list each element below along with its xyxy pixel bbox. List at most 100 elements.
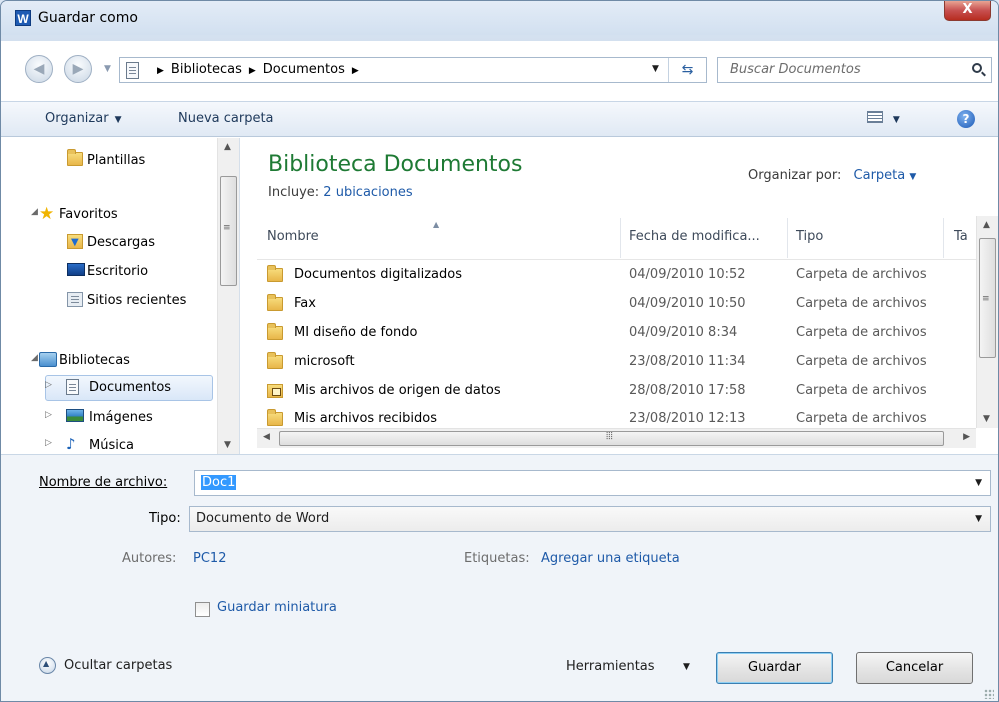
address-row: ◀ ▶ ▼ ▶ Bibliotecas ▶ Documentos ▶ ▼ ⇆ Busca… bbox=[1, 51, 998, 91]
chevron-down-icon[interactable]: ▼ bbox=[683, 662, 690, 672]
file-date: 23/08/2010 12:13 bbox=[629, 411, 746, 426]
cancel-button[interactable]: Cancelar bbox=[856, 652, 973, 684]
new-folder-button[interactable]: Nueva carpeta bbox=[178, 111, 274, 126]
navigation-pane: Plantillas ◢ ★ Favoritos Descargas Escri… bbox=[1, 138, 240, 454]
nav-item-label: Bibliotecas bbox=[59, 353, 130, 368]
folder-icon bbox=[67, 149, 83, 170]
file-row[interactable]: Documentos digitalizados 04/09/2010 10:5… bbox=[267, 262, 967, 291]
resize-grip-icon[interactable] bbox=[984, 689, 994, 699]
refresh-button[interactable]: ⇆ bbox=[668, 58, 706, 82]
file-type: Carpeta de archivos bbox=[796, 354, 927, 369]
hide-folders-button[interactable]: Ocultar carpetas bbox=[39, 657, 173, 674]
column-header-name[interactable]: Nombre bbox=[267, 229, 319, 244]
file-name: microsoft bbox=[294, 354, 355, 369]
library-includes: Incluye: 2 ubicaciones bbox=[268, 185, 413, 200]
file-date: 04/09/2010 8:34 bbox=[629, 325, 738, 340]
scroll-up-icon[interactable]: ▲ bbox=[983, 220, 990, 230]
breadcrumb-separator-icon[interactable]: ▶ bbox=[157, 66, 164, 76]
column-header-type[interactable]: Tipo bbox=[796, 229, 823, 244]
close-button[interactable]: X bbox=[944, 1, 991, 21]
nav-item-label: Favoritos bbox=[59, 207, 118, 222]
arrange-by-label: Organizar por: bbox=[748, 168, 842, 183]
nav-item-label: Plantillas bbox=[87, 153, 146, 168]
tags-input[interactable]: Agregar una etiqueta bbox=[541, 551, 680, 566]
horizontal-scrollbar-thumb[interactable]: ⦙⦙⦙ bbox=[279, 431, 944, 446]
save-thumbnail-label[interactable]: Guardar miniatura bbox=[217, 600, 337, 615]
scroll-up-icon[interactable]: ▲ bbox=[224, 142, 231, 152]
file-name: Mis archivos de origen de datos bbox=[294, 383, 501, 398]
column-header-date[interactable]: Fecha de modifica... bbox=[629, 229, 760, 244]
locations-link[interactable]: 2 ubicaciones bbox=[323, 185, 412, 200]
scroll-left-icon[interactable]: ◀ bbox=[263, 432, 270, 442]
tags-label: Etiquetas: bbox=[464, 551, 530, 566]
column-header-size[interactable]: Ta bbox=[954, 229, 968, 244]
file-row[interactable]: Mis archivos de origen de datos 28/08/20… bbox=[267, 378, 967, 407]
file-list-vertical-scrollbar[interactable]: ▲ ≡ ▼ bbox=[976, 216, 998, 428]
file-row[interactable]: Fax 04/09/2010 10:50 Carpeta de archivos bbox=[267, 291, 967, 320]
nav-item-label: Música bbox=[89, 438, 134, 453]
arrange-by: Organizar por: Carpeta ▼ bbox=[748, 168, 916, 183]
address-bar[interactable]: ▶ Bibliotecas ▶ Documentos ▶ ▼ ⇆ bbox=[119, 57, 707, 83]
expand-arrow-icon[interactable]: ▷ bbox=[45, 380, 52, 390]
search-input[interactable]: Buscar Documentos bbox=[717, 57, 992, 83]
file-row[interactable]: MI diseño de fondo 04/09/2010 8:34 Carpe… bbox=[267, 320, 967, 349]
breadcrumb-separator-icon[interactable]: ▶ bbox=[249, 66, 256, 76]
breadcrumb-documentos[interactable]: Documentos bbox=[263, 62, 345, 77]
back-button[interactable]: ◀ bbox=[25, 55, 53, 83]
search-icon[interactable] bbox=[972, 63, 982, 73]
scroll-grip-icon: ≡ bbox=[982, 294, 990, 304]
arrange-by-dropdown[interactable]: Carpeta ▼ bbox=[854, 168, 917, 183]
nav-item-label: Descargas bbox=[87, 235, 156, 250]
help-icon[interactable]: ? bbox=[957, 110, 975, 128]
expand-arrow-icon[interactable]: ▷ bbox=[45, 438, 52, 448]
library-icon bbox=[39, 352, 57, 371]
file-list-horizontal-scrollbar[interactable]: ◀ ⦙⦙⦙ ▶ bbox=[257, 428, 976, 448]
save-button[interactable]: Guardar bbox=[716, 652, 833, 684]
file-type: Carpeta de archivos bbox=[796, 383, 927, 398]
forward-arrow-icon: ▶ bbox=[72, 61, 84, 77]
recent-locations-dropdown[interactable]: ▼ bbox=[104, 64, 111, 74]
address-history-dropdown[interactable]: ▼ bbox=[652, 64, 659, 74]
collapse-up-icon bbox=[39, 657, 56, 674]
music-icon: ♪ bbox=[66, 435, 76, 453]
breadcrumb-bibliotecas[interactable]: Bibliotecas bbox=[171, 62, 242, 77]
collapse-arrow-icon[interactable]: ◢ bbox=[31, 353, 38, 363]
file-row[interactable]: microsoft 23/08/2010 11:34 Carpeta de ar… bbox=[267, 349, 967, 378]
sort-ascending-icon: ▲ bbox=[433, 220, 440, 229]
desktop-icon bbox=[67, 263, 85, 280]
file-name: MI diseño de fondo bbox=[294, 325, 418, 340]
expand-arrow-icon[interactable]: ▷ bbox=[45, 410, 52, 420]
chevron-down-icon[interactable]: ▼ bbox=[975, 478, 982, 488]
tools-menu[interactable]: Herramientas bbox=[566, 659, 655, 674]
column-divider[interactable] bbox=[943, 218, 944, 258]
collapse-arrow-icon[interactable]: ◢ bbox=[31, 207, 38, 217]
column-divider[interactable] bbox=[620, 218, 621, 258]
scroll-down-icon[interactable]: ▼ bbox=[983, 414, 990, 424]
refresh-icon: ⇆ bbox=[681, 62, 694, 78]
file-type-select[interactable]: Documento de Word ▼ bbox=[189, 506, 991, 532]
breadcrumb-separator-icon[interactable]: ▶ bbox=[352, 66, 359, 76]
folder-icon bbox=[267, 265, 283, 286]
scroll-down-icon[interactable]: ▼ bbox=[224, 440, 231, 450]
forward-button[interactable]: ▶ bbox=[64, 55, 92, 83]
file-row[interactable]: Mis archivos recibidos 23/08/2010 12:13 … bbox=[267, 406, 967, 428]
data-source-folder-icon bbox=[267, 384, 283, 402]
organize-menu[interactable]: Organizar ▼ bbox=[45, 111, 121, 126]
save-thumbnail-checkbox[interactable] bbox=[195, 602, 210, 617]
filename-input[interactable]: Doc1 ▼ bbox=[194, 470, 991, 496]
filename-value: Doc1 bbox=[201, 475, 237, 490]
hide-folders-label: Ocultar carpetas bbox=[64, 658, 173, 673]
nav-item-label: Escritorio bbox=[87, 264, 149, 279]
file-type: Carpeta de archivos bbox=[796, 296, 927, 311]
change-view-button[interactable]: ▼ bbox=[867, 111, 900, 125]
file-date: 23/08/2010 11:34 bbox=[629, 354, 746, 369]
scroll-grip-icon: ≡ bbox=[223, 223, 231, 233]
folder-icon bbox=[267, 352, 283, 373]
file-date: 04/09/2010 10:52 bbox=[629, 267, 746, 282]
save-options-form: Nombre de archivo: Doc1 ▼ Tipo: Document… bbox=[1, 454, 998, 701]
file-type-label: Tipo: bbox=[149, 511, 181, 526]
nav-vertical-scrollbar[interactable]: ▲ ≡ ▼ bbox=[217, 138, 239, 454]
authors-value[interactable]: PC12 bbox=[193, 551, 226, 566]
column-divider[interactable] bbox=[787, 218, 788, 258]
scroll-right-icon[interactable]: ▶ bbox=[963, 432, 970, 442]
